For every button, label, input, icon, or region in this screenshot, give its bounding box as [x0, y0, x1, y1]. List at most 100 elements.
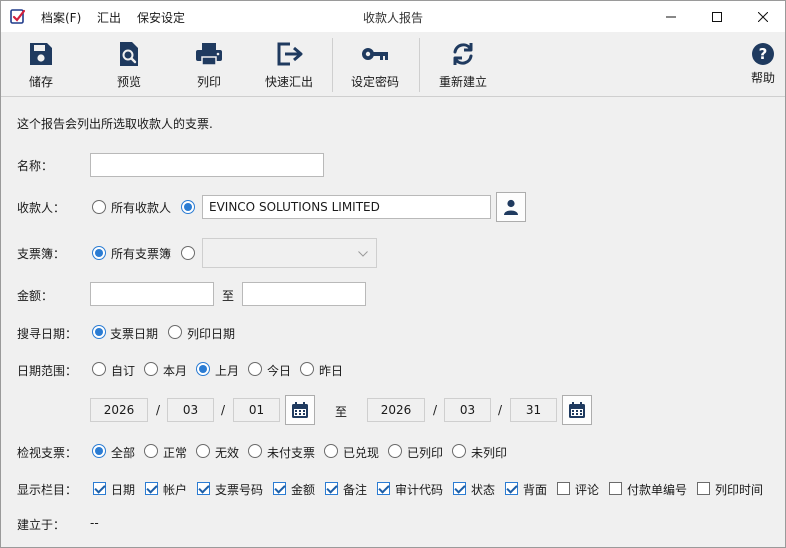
- column-status-checkbox[interactable]: [453, 482, 466, 495]
- column-print-time-checkbox[interactable]: [697, 482, 710, 495]
- range-last-month-radio[interactable]: [196, 362, 210, 376]
- view-void-radio[interactable]: [196, 444, 210, 458]
- column-voucher-number-checkbox[interactable]: [609, 482, 622, 495]
- minimize-icon: [666, 16, 676, 17]
- from-month-field[interactable]: 03: [167, 398, 214, 422]
- set-password-label: 设定密码: [350, 75, 399, 89]
- menu-export[interactable]: 汇出: [97, 9, 121, 26]
- date-range-label: 日期范围：: [17, 364, 78, 378]
- payee-all-label: 所有收款人: [111, 201, 172, 215]
- range-last-month-label: 上月: [215, 364, 240, 378]
- to-year-field[interactable]: 2026: [367, 398, 425, 422]
- name-input[interactable]: [90, 153, 324, 177]
- payee-all-radio[interactable]: [92, 200, 106, 214]
- column-account-checkbox[interactable]: [145, 482, 158, 495]
- rebuild-button[interactable]: 重新建立: [433, 32, 493, 96]
- chevron-down-icon: [358, 251, 368, 257]
- view-unpaid-label: 未付支票: [267, 446, 316, 460]
- amount-from-input[interactable]: [90, 282, 214, 306]
- maximize-icon: [712, 11, 722, 22]
- quick-export-label: 快速汇出: [264, 75, 313, 89]
- amount-to-input[interactable]: [242, 282, 366, 306]
- to-day-field[interactable]: 31: [510, 398, 557, 422]
- preview-button[interactable]: 预览: [99, 32, 159, 96]
- from-day-field[interactable]: 01: [233, 398, 280, 422]
- calendar-icon: [292, 402, 308, 418]
- view-unpaid-radio[interactable]: [248, 444, 262, 458]
- menu-security[interactable]: 保安设定: [137, 9, 185, 26]
- title-bar: 档案(F) 汇出 保安设定 收款人报告: [1, 1, 785, 32]
- date-separator: /: [221, 403, 226, 417]
- help-button[interactable]: ? 帮助: [741, 32, 785, 96]
- report-form: 这个报告会列出所选取收款人的支票. 名称： 收款人： 所有收款人 EVINCO …: [1, 98, 785, 548]
- chequebook-select[interactable]: [202, 238, 377, 268]
- column-account-label: 帐户: [163, 483, 188, 497]
- save-button[interactable]: 储存: [11, 32, 71, 96]
- print-button[interactable]: 列印: [179, 32, 239, 96]
- app-checklist-icon[interactable]: [10, 9, 26, 25]
- select-payee-button[interactable]: [496, 192, 526, 222]
- column-cheque-number-checkbox[interactable]: [197, 482, 210, 495]
- columns-label: 显示栏目：: [17, 483, 78, 497]
- column-cheque-number-label: 支票号码: [215, 483, 264, 497]
- column-voucher-number-label: 付款单编号: [627, 483, 688, 497]
- close-icon: [758, 11, 768, 22]
- toolbar-separator: [419, 38, 420, 92]
- chequebook-all-radio[interactable]: [92, 246, 106, 260]
- range-this-month-radio[interactable]: [144, 362, 158, 376]
- minimize-button[interactable]: [648, 1, 694, 32]
- created-value: --: [90, 516, 99, 530]
- column-print-time-label: 列印时间: [715, 483, 764, 497]
- to-date-picker-button[interactable]: [562, 395, 592, 425]
- amount-to-label: 至: [222, 289, 235, 303]
- toolbar-separator: [332, 38, 333, 92]
- save-label: 储存: [28, 75, 53, 89]
- search-date-label: 搜寻日期：: [17, 327, 78, 341]
- view-printed-label: 已列印: [407, 446, 444, 460]
- column-comment-checkbox[interactable]: [557, 482, 570, 495]
- set-password-button[interactable]: 设定密码: [345, 32, 405, 96]
- view-normal-radio[interactable]: [144, 444, 158, 458]
- maximize-button[interactable]: [694, 1, 740, 32]
- payee-input[interactable]: EVINCO SOLUTIONS LIMITED: [202, 195, 491, 219]
- date-separator: /: [433, 403, 438, 417]
- column-date-checkbox[interactable]: [93, 482, 106, 495]
- toolbar: 储存 预览 列印 快速汇出 设定密码 重新建立 ? 帮助: [1, 32, 785, 97]
- to-month-field[interactable]: 03: [444, 398, 491, 422]
- range-this-month-label: 本月: [163, 364, 188, 378]
- view-printed-radio[interactable]: [388, 444, 402, 458]
- from-date-picker-button[interactable]: [285, 395, 315, 425]
- range-yesterday-radio[interactable]: [300, 362, 314, 376]
- column-back-label: 背面: [523, 483, 548, 497]
- view-void-label: 无效: [215, 446, 240, 460]
- report-window: 档案(F) 汇出 保安设定 收款人报告 储存 预览 列印 快速汇出 设定密码 重…: [0, 0, 786, 548]
- view-normal-label: 正常: [163, 446, 188, 460]
- payee-specific-radio[interactable]: [181, 200, 195, 214]
- document-magnifier-icon: [120, 42, 138, 66]
- calendar-icon: [569, 402, 585, 418]
- chequebook-specific-radio[interactable]: [181, 246, 195, 260]
- person-icon: [504, 199, 518, 215]
- floppy-disk-icon: [30, 43, 52, 65]
- view-unprinted-radio[interactable]: [452, 444, 466, 458]
- payee-label: 收款人：: [17, 201, 66, 215]
- column-audit-code-checkbox[interactable]: [377, 482, 390, 495]
- search-cheque-date-label: 支票日期: [110, 327, 159, 341]
- search-print-date-radio[interactable]: [168, 325, 182, 339]
- from-year-field[interactable]: 2026: [90, 398, 148, 422]
- view-label: 检视支票：: [17, 446, 78, 460]
- column-back-checkbox[interactable]: [505, 482, 518, 495]
- range-today-radio[interactable]: [248, 362, 262, 376]
- menu-file[interactable]: 档案(F): [41, 9, 81, 26]
- help-label: 帮助: [750, 71, 775, 85]
- view-all-radio[interactable]: [92, 444, 106, 458]
- view-cashed-radio[interactable]: [324, 444, 338, 458]
- column-memo-checkbox[interactable]: [325, 482, 338, 495]
- search-cheque-date-radio[interactable]: [92, 325, 106, 339]
- refresh-icon: [453, 43, 473, 65]
- range-custom-radio[interactable]: [92, 362, 106, 376]
- column-comment-label: 评论: [575, 483, 600, 497]
- column-amount-checkbox[interactable]: [273, 482, 286, 495]
- quick-export-button[interactable]: 快速汇出: [259, 32, 319, 96]
- close-button[interactable]: [740, 1, 786, 32]
